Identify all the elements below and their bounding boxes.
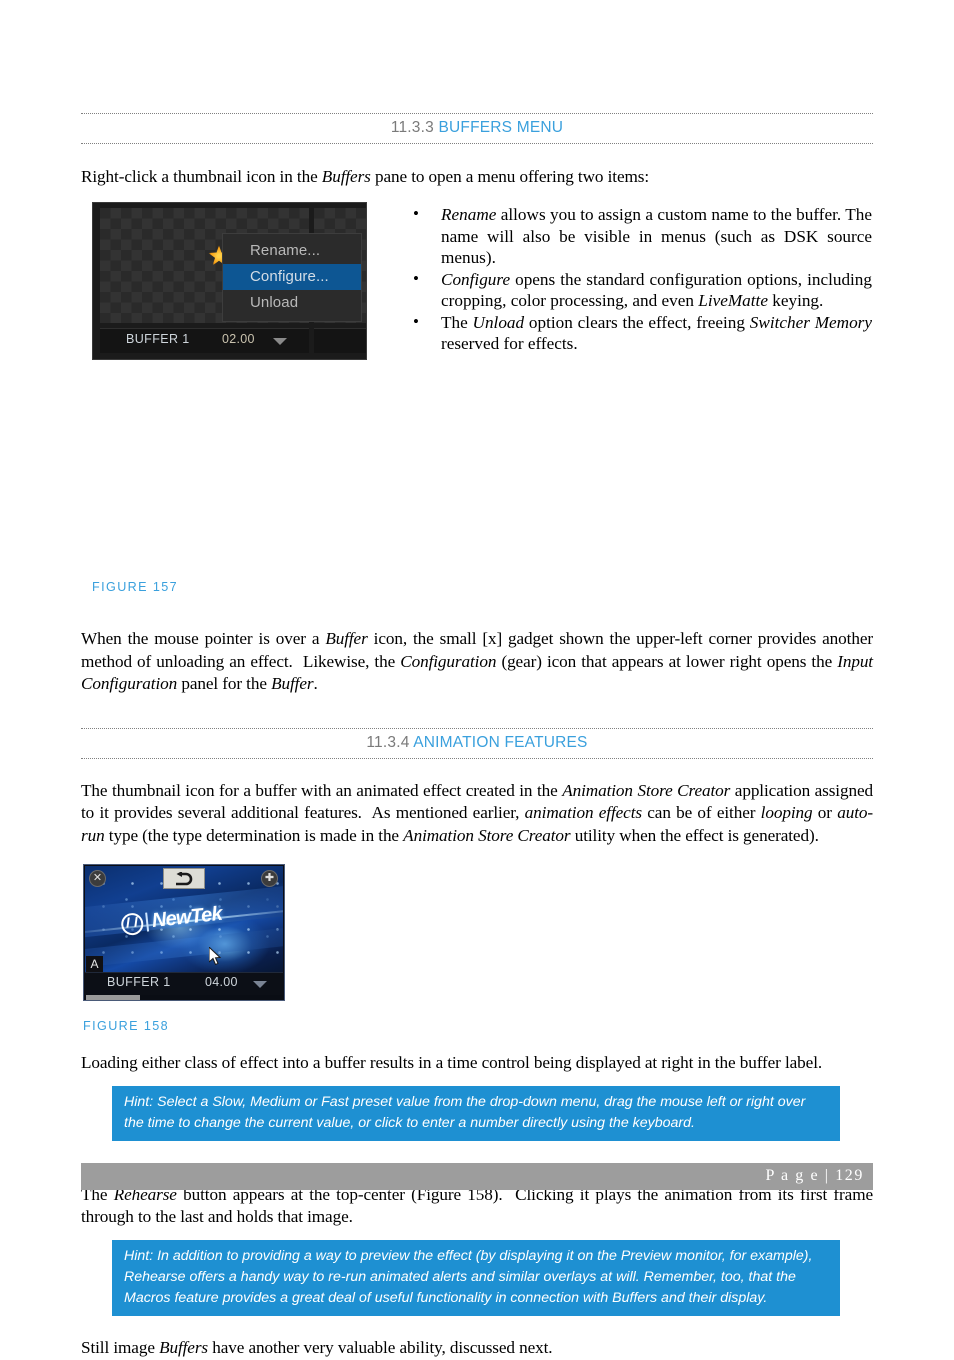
paragraph-closing: Still image Buffers have another very va… [81,1338,553,1358]
context-menu-item-unload[interactable]: Unload [223,290,361,316]
term-rename: Rename [441,205,497,225]
rehearse-loop-icon [176,871,193,885]
figure-157-image: BUFFER 1 02.00 Rename... Configure... Un… [92,202,367,361]
context-menu-item-configure[interactable]: Configure... [223,264,361,291]
buffers-context-menu[interactable]: Rename... Configure... Unload [222,233,362,323]
buffer-label-bar: BUFFER 1 02.00 [100,328,309,354]
newtek-mark-icon [120,911,145,936]
figure-157-caption: FIGURE 157 [92,580,179,595]
figure-157-region: BUFFER 1 02.00 Rename... Configure... Un… [81,202,873,402]
chevron-down-icon[interactable] [273,338,287,346]
section-title: BUFFERS MENU [438,119,564,136]
menu-items-description-list: Rename allows you to assign a custom nam… [406,203,872,355]
add-icon[interactable]: ✚ [261,870,278,888]
section-number-2: 11.3.4 [366,734,410,752]
context-menu-item-rename[interactable]: Rename... [223,238,361,264]
hint-box-rehearse: Hint: In addition to providing a way to … [112,1240,840,1317]
page-number-label: P a g e | 129 [765,1167,864,1184]
buffer-label-bar-158: BUFFER 1 04.00 [85,972,283,996]
term-configure: Configure [441,269,511,289]
section-heading-11-3-4: 11.3.4 ANIMATION FEATURES [81,728,873,760]
paragraph-intro: Right-click a thumbnail icon in the Buff… [81,167,650,186]
paragraph-after-figure-157: When the mouse pointer is over a Buffer … [81,629,873,693]
list-item-rename: Rename allows you to assign a custom nam… [406,203,872,269]
paragraph-time-control: Loading either class of effect into a bu… [81,1053,823,1073]
buffer-name-label: BUFFER 1 [126,332,190,347]
mouse-cursor-icon [209,947,222,966]
section-number: 11.3.3 [390,119,434,136]
buffer-label-bar-2 [314,328,366,354]
document-page: 11.3.3 BUFFERS MENU Right-click a thumbn… [0,0,954,1357]
buffer-time-value[interactable]: 02.00 [222,332,255,346]
section-title-2: ANIMATION FEATURES [413,734,588,752]
buffer-time-value-158[interactable]: 04.00 [205,975,238,989]
thumbnail-partial-edge [86,995,140,1001]
chevron-down-icon-158[interactable] [253,981,267,989]
term-unload: Unload [472,312,525,332]
list-item-unload: The Unload option clears the effect, fre… [406,311,872,355]
paragraph-animation-intro: The thumbnail icon for a buffer with an … [81,781,873,845]
figure-158-caption: FIGURE 158 [83,1019,170,1034]
close-icon[interactable]: ✕ [89,870,106,888]
rehearse-button[interactable] [163,868,205,890]
alpha-channel-badge: A [86,956,103,974]
page-content: 11.3.3 BUFFERS MENU Right-click a thumbn… [81,0,873,1360]
page-footer: P a g e | 129 [81,1163,873,1190]
section-heading-11-3-3: 11.3.3 BUFFERS MENU [81,113,873,144]
hint-box-time-control: Hint: Select a Slow, Medium or Fast pres… [112,1086,840,1142]
figure-158-image: NewTek ✕ ✚ A BUFFER 1 04.00 [83,864,285,1002]
list-item-configure: Configure opens the standard configurati… [406,268,872,312]
buffer-name-label-158: BUFFER 1 [107,975,171,990]
